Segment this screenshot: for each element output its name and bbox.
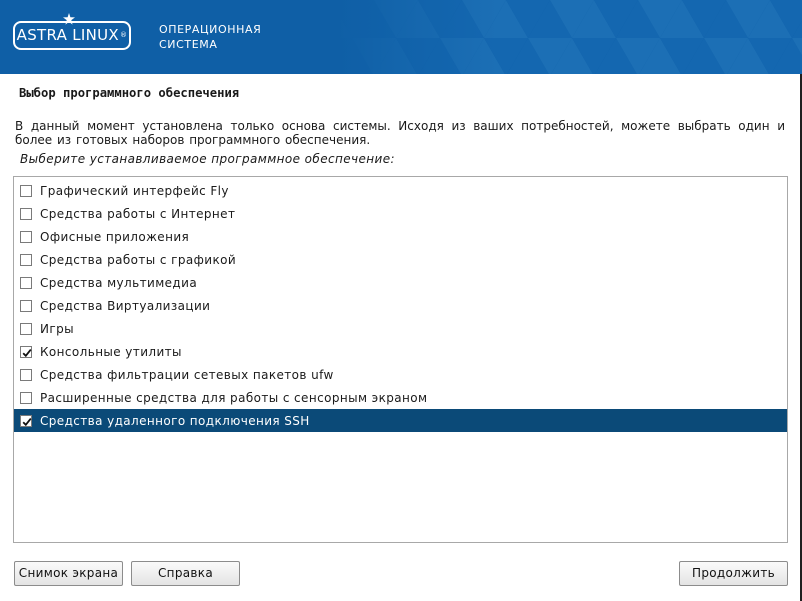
header-banner: ASTRA LINUX® ОПЕРАЦИОННАЯ СИСТЕМА [0,0,802,74]
list-item-label: Средства мультимедиа [40,275,198,290]
list-item-label: Средства Виртуализации [40,298,211,313]
list-item[interactable]: Средства работы с графикой [14,248,787,271]
help-button[interactable]: Справка [131,561,240,586]
screenshot-button[interactable]: Снимок экрана [14,561,123,586]
list-item-label: Средства удаленного подключения SSH [40,413,310,428]
page-title: Выбор программного обеспечения [19,86,240,100]
list-item-label: Офисные приложения [40,229,190,244]
list-item[interactable]: Средства работы с Интернет [14,202,787,225]
list-item-label: Средства работы с Интернет [40,206,236,221]
checkbox-unchecked[interactable] [20,184,32,197]
list-item[interactable]: Офисные приложения [14,225,787,248]
checkmark-icon [22,348,32,357]
list-item[interactable]: Средства мультимедиа [14,271,787,294]
checkbox-unchecked[interactable] [20,368,32,381]
software-list[interactable]: Графический интерфейс Fly Средства работы… [13,176,788,543]
brand-subtitle-line1: ОПЕРАЦИОННАЯ [159,23,262,36]
checkbox-unchecked[interactable] [20,299,32,312]
checkmark-icon [22,417,32,426]
list-item[interactable]: Графический интерфейс Fly [14,179,787,202]
checkbox-unchecked[interactable] [20,230,32,243]
list-item-label: Консольные утилиты [40,344,182,359]
checkbox-unchecked[interactable] [20,391,32,404]
brand-subtitle: ОПЕРАЦИОННАЯ СИСТЕМА [159,22,261,52]
checkbox-unchecked[interactable] [20,253,32,266]
checkbox-unchecked[interactable] [20,322,32,335]
list-item[interactable]: Консольные утилиты [14,340,787,363]
list-item-label: Графический интерфейс Fly [40,183,229,198]
list-item-label: Средства фильтрации сетевых пакетов ufw [40,367,334,382]
astra-linux-logo: ASTRA LINUX® [13,21,131,50]
selection-prompt: Выберите устанавливаемое программное обе… [20,152,395,166]
checkbox-checked[interactable] [20,345,32,358]
list-item[interactable]: Игры [14,317,787,340]
list-item-label: Средства работы с графикой [40,252,237,267]
list-item[interactable]: Средства Виртуализации [14,294,787,317]
brand-subtitle-line2: СИСТЕМА [159,38,218,51]
checkbox-checked[interactable] [20,414,32,427]
checkbox-unchecked[interactable] [20,207,32,220]
list-item-label: Игры [40,321,74,336]
checkbox-unchecked[interactable] [20,276,32,289]
list-item[interactable]: Средства удаленного подключения SSH [14,409,787,432]
continue-button[interactable]: Продолжить [679,561,788,586]
list-item[interactable]: Расширенные средства для работы с сенсор… [14,386,787,409]
list-item-label: Расширенные средства для работы с сенсор… [40,390,428,405]
list-item[interactable]: Средства фильтрации сетевых пакетов ufw [14,363,787,386]
page-description: В данный момент установлена только основ… [15,119,785,147]
